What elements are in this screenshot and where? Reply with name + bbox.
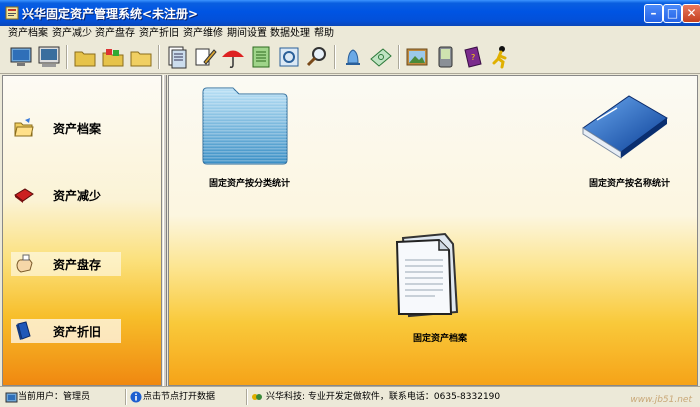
- monitor-icon: [10, 47, 32, 66]
- toolbar-magnifier-button[interactable]: [304, 44, 330, 70]
- toolbar-picture-button[interactable]: [404, 44, 430, 70]
- company-icon: [252, 394, 262, 400]
- status-bar: 当前用户：管理员 点击节点打开数据 兴华科技: 专业开发定做软件，联系电话：06…: [0, 386, 700, 407]
- nav-item-label: 资产减少: [53, 189, 102, 203]
- picture-icon: [406, 48, 428, 66]
- desktop-item-label: 固定资产按分类统计: [209, 179, 291, 189]
- user-icon: [5, 392, 18, 403]
- left-nav-panel: 资产档案 资产减少 资产盘存 资产折旧: [2, 75, 162, 386]
- status-company-info: 兴华科技: 专业开发定做软件，联系电话：0635-8332190: [266, 392, 501, 402]
- red-book-icon: [14, 188, 34, 203]
- menu-asset-depreciation[interactable]: 资产折旧: [139, 26, 179, 41]
- status-hint: 点击节点打开数据: [143, 392, 216, 402]
- documents-edit-icon: [195, 48, 217, 66]
- watermark: www.jb51.net: [630, 395, 692, 405]
- desktop-item-category-stats[interactable]: [199, 82, 289, 166]
- menu-asset-reduce[interactable]: 资产减少: [52, 26, 92, 41]
- svg-text:?: ?: [471, 53, 475, 62]
- document-icon: [395, 232, 459, 318]
- splitter[interactable]: [163, 75, 167, 386]
- menu-bar: 资产档案 资产减少 资产盘存 资产折旧 资产维修 期间设置 数据处理 帮助: [0, 26, 700, 41]
- toolbar-folder-colorful-button[interactable]: [100, 44, 126, 70]
- desktop-item-label: 固定资产按名称统计: [589, 179, 671, 189]
- toolbar-money-button[interactable]: [368, 44, 394, 70]
- window-title: 兴华固定资产管理系统<未注册>: [22, 7, 199, 21]
- menu-asset-inventory[interactable]: 资产盘存: [95, 26, 135, 41]
- nav-item-label: 资产档案: [53, 122, 102, 136]
- toolbar-exit-button[interactable]: [488, 44, 514, 70]
- toolbar: ?: [0, 41, 700, 74]
- folder-plain-icon: [130, 51, 152, 67]
- menu-data-processing[interactable]: 数据处理: [270, 26, 310, 41]
- nav-item-label: 资产盘存: [53, 258, 102, 272]
- minimize-button[interactable]: –: [644, 4, 663, 23]
- nav-item-label: 资产折旧: [53, 325, 102, 339]
- title-bar[interactable]: 兴华固定资产管理系统<未注册> – □ ✕: [0, 0, 700, 26]
- pda-icon: [438, 46, 453, 68]
- notebook-icon: [252, 46, 270, 68]
- folder-open-icon: [14, 118, 34, 137]
- status-current-user: 当前用户：管理员: [18, 392, 91, 402]
- toolbar-folder-plain-button[interactable]: [128, 44, 154, 70]
- bell-icon: [346, 49, 360, 65]
- maximize-button[interactable]: □: [663, 4, 682, 23]
- magnifier-icon: [306, 47, 326, 67]
- nav-item-asset-reduce[interactable]: 资产减少: [11, 183, 121, 207]
- minimize-icon: –: [650, 6, 657, 20]
- menu-asset-repair[interactable]: 资产维修: [183, 26, 223, 41]
- desktop-item-name-stats[interactable]: [577, 90, 669, 162]
- toolbar-monitor-button[interactable]: [8, 44, 34, 70]
- blue-book-icon: [16, 321, 31, 340]
- nav-item-asset-depreciation[interactable]: 资产折旧: [11, 319, 121, 343]
- folder-icon: [74, 51, 96, 67]
- app-icon: [5, 6, 19, 20]
- screen-icon: [38, 46, 60, 67]
- running-man-icon: [492, 46, 507, 69]
- toolbar-document-stack-button[interactable]: [164, 44, 190, 70]
- blue-book-icon: [582, 95, 668, 159]
- desktop-item-label: 固定资产档案: [413, 334, 468, 344]
- folder-colorful-icon: [102, 49, 124, 67]
- nav-item-asset-archive[interactable]: 资产档案: [11, 116, 121, 140]
- toolbar-notebook-button[interactable]: [248, 44, 274, 70]
- book-icon: ?: [464, 46, 482, 68]
- money-icon: [370, 48, 392, 67]
- toolbar-umbrella-button[interactable]: [220, 44, 246, 70]
- menu-period-settings[interactable]: 期间设置: [227, 26, 267, 41]
- menu-asset-archive[interactable]: 资产档案: [8, 26, 48, 41]
- toolbar-pda-button[interactable]: [432, 44, 458, 70]
- toolbar-bell-button[interactable]: [340, 44, 366, 70]
- menu-help[interactable]: 帮助: [314, 26, 334, 41]
- umbrella-icon: [222, 50, 244, 68]
- hand-icon: [16, 254, 33, 273]
- info-icon: [130, 391, 142, 403]
- blue-folder-icon: [202, 87, 288, 165]
- toolbar-preview-button[interactable]: [276, 44, 302, 70]
- maximize-icon: □: [666, 6, 679, 20]
- app-window: 兴华固定资产管理系统<未注册> – □ ✕ 资产档案 资产减少 资产盘存 资产折…: [0, 0, 700, 407]
- close-button[interactable]: ✕: [682, 4, 700, 23]
- nav-item-asset-inventory[interactable]: 资产盘存: [11, 252, 121, 276]
- close-icon: ✕: [686, 6, 697, 20]
- desktop-item-asset-archive[interactable]: [391, 232, 463, 318]
- toolbar-book-button[interactable]: ?: [460, 44, 486, 70]
- document-stack-icon: [168, 46, 187, 69]
- toolbar-documents-edit-button[interactable]: [192, 44, 218, 70]
- toolbar-folder-button[interactable]: [72, 44, 98, 70]
- main-desktop: 固定资产按分类统计 固定资产按名称统计 固定资产档案: [168, 75, 698, 386]
- preview-icon: [279, 47, 299, 67]
- toolbar-screen-button[interactable]: [36, 44, 62, 70]
